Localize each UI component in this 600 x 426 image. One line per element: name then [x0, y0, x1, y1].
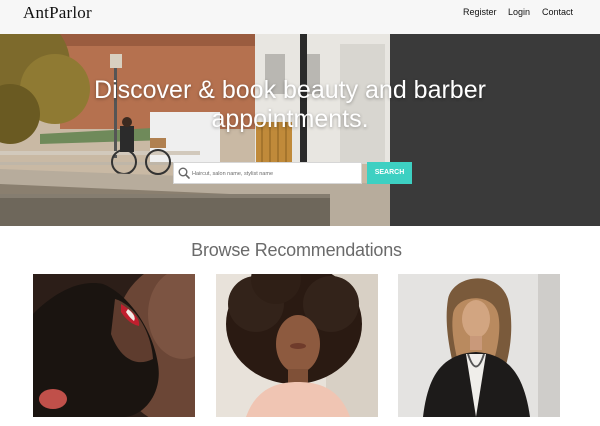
recommendation-image-1 — [33, 274, 195, 417]
search-icon — [178, 167, 190, 179]
recommendation-image-2 — [216, 274, 378, 417]
hero-section: Discover & book beauty and barber appoin… — [0, 34, 600, 226]
search-input[interactable] — [192, 166, 360, 181]
search-button[interactable]: SEARCH — [367, 162, 412, 184]
recommendation-image-3 — [398, 274, 560, 417]
top-navbar: AntParlor Register Login Contact — [0, 0, 600, 34]
browse-recommendations-heading: Browse Recommendations — [191, 240, 402, 260]
nav-contact-link[interactable]: Contact — [542, 7, 573, 17]
nav-register-link[interactable]: Register — [463, 7, 497, 17]
search-bar[interactable] — [173, 162, 362, 184]
hero-title: Discover & book beauty and barber appoin… — [94, 76, 486, 133]
brand-logo[interactable]: AntParlor — [23, 3, 92, 23]
nav-login-link[interactable]: Login — [508, 7, 530, 17]
recommendation-card-2[interactable] — [216, 274, 378, 417]
recommendation-card-1[interactable] — [33, 274, 195, 417]
recommendation-card-3[interactable] — [398, 274, 560, 417]
